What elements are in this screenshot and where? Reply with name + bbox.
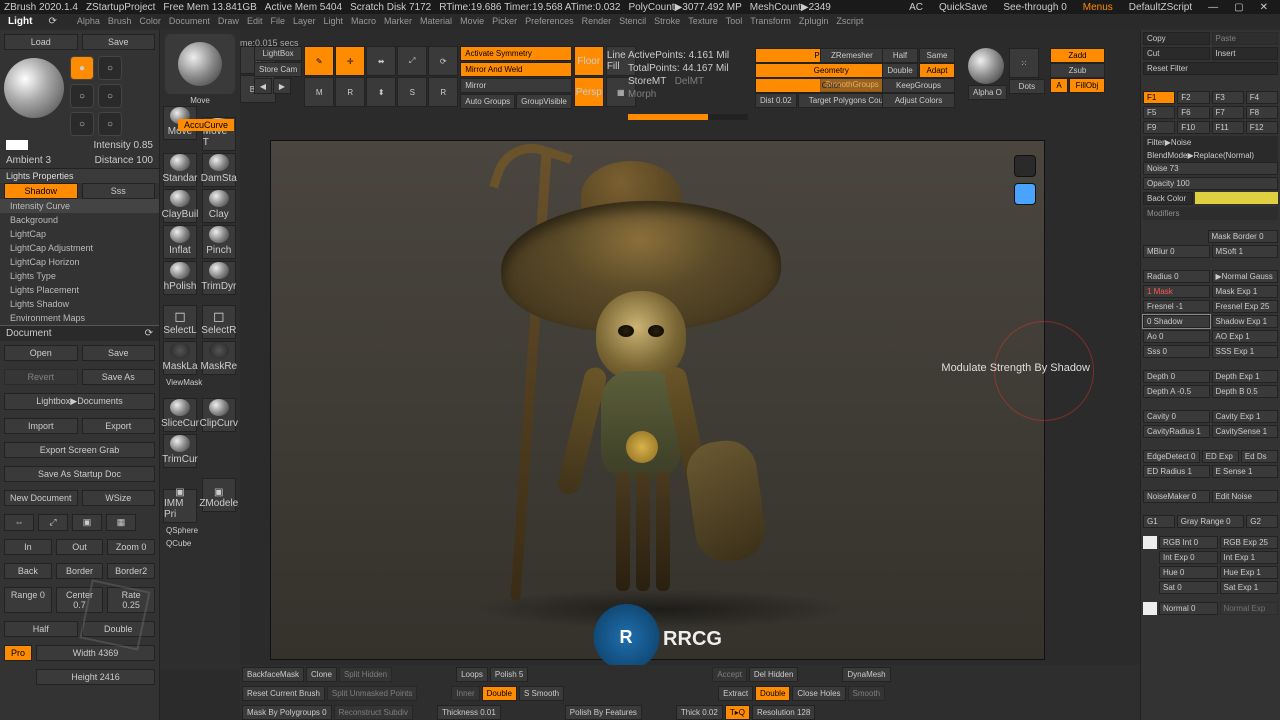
play-back-icon[interactable]: ◀ [254,78,272,94]
shadow-tab[interactable]: Shadow [4,183,78,199]
storecam-button[interactable]: Store Cam [254,62,302,77]
bottom-bar: BackfaceMask Clone Split Hidden Loops Po… [240,665,1140,720]
brush-hpolish[interactable]: hPolish [163,261,197,295]
light-slot-2[interactable]: ○ [98,56,122,80]
watermark-cube [85,585,160,660]
edit-mode-icon[interactable]: ✎ [304,46,334,76]
sss-tab[interactable]: Sss [82,183,156,199]
top-toolbar: ⌂ BPR LightBox Store Cam ◀▶ ✎ ✛ ⬌ ⤢ ⟳ M … [240,46,636,116]
zoom-icon[interactable]: ⤢ [38,514,68,531]
refresh-icon[interactable]: ⟳ [48,16,56,27]
viewport[interactable]: Modulate Strength By Shadow RRRCG 人人素材 [270,140,1045,660]
color-swatch-a[interactable] [1143,536,1157,549]
dots-icon[interactable]: ⁙ [1009,48,1039,78]
viewport-cam-icon[interactable] [1014,183,1036,205]
right-panel: CopyPaste CutInsert Reset Filter F1F2F3F… [1140,30,1280,720]
light-slot-3[interactable]: ○ [70,84,94,108]
viewport-light-icon[interactable] [1014,155,1036,177]
close-icon[interactable]: ✕ [1260,2,1268,13]
back-color-swatch[interactable] [1195,192,1278,204]
light-preview-sphere[interactable] [4,58,64,118]
mirror-weld[interactable]: Mirror And Weld [460,62,572,77]
light-slot-1[interactable]: ● [70,56,94,80]
menus-toggle[interactable]: Menus [1083,2,1113,13]
quicksave-button[interactable]: QuickSave [939,2,987,13]
brush-selectlasso[interactable]: ◻SelectL [163,305,197,339]
brush-masklasso[interactable]: MaskLa [163,341,197,375]
scale2-icon[interactable]: S [397,77,427,107]
brush-trimcurve[interactable]: TrimCur [163,434,197,468]
actual-icon[interactable]: ▣ [72,514,102,531]
brush-pinch[interactable]: Pinch [202,225,236,259]
ahalf-icon[interactable]: ▦ [106,514,136,531]
brush-zmodeler[interactable]: ▣ZModele [202,478,236,512]
brush-selectrect[interactable]: ◻SelectR [202,305,236,339]
brush-standard[interactable]: Standar [163,153,197,187]
app-name: ZBrush 2020.1.4 [4,2,78,13]
menu-bar: Light ⟳ Alpha Brush Color Document Draw … [0,14,1280,28]
load-button[interactable]: Load [4,34,78,50]
poly-stats: ActivePoints: 4.161 Mil TotalPoints: 44.… [628,50,729,102]
pro-toggle[interactable]: Pro [4,645,32,661]
light-slot-6[interactable]: ○ [98,112,122,136]
rgb-icon[interactable]: R [335,77,365,107]
scroll-icon[interactable]: ⇔ [4,514,34,531]
move-icon[interactable]: ⬍ [366,77,396,107]
brush-slicecurve[interactable]: SliceCur [163,398,197,432]
subdiv-slider[interactable] [628,114,748,120]
brush-inflate[interactable]: Inflat [163,225,197,259]
persp-icon[interactable]: Persp [574,77,604,107]
title-bar: ZBrush 2020.1.4 ZStartupProject Free Mem… [0,0,1280,14]
sculpt-character [421,151,841,651]
brush-clipcurve[interactable]: ClipCurv [202,398,236,432]
scale-mode-icon[interactable]: ⤢ [397,46,427,76]
lights-properties-head[interactable]: Lights Properties [0,168,159,183]
tristoquads-icon[interactable]: T▸Q [725,705,750,720]
brush-claybuildup[interactable]: ClayBuil [163,189,197,223]
light-slot-5[interactable]: ○ [70,112,94,136]
light-slot-4[interactable]: ○ [98,84,122,108]
brush-trimdynamic[interactable]: TrimDyr [202,261,236,295]
shadow-slider[interactable]: 0 Shadow [1143,315,1210,328]
minimize-icon[interactable]: — [1208,2,1218,13]
mirror-button[interactable]: Mirror [460,78,572,93]
rotate-mode-icon[interactable]: ⟳ [428,46,458,76]
draw-mode-icon[interactable]: ✛ [335,46,365,76]
brush-clay[interactable]: Clay [202,189,236,223]
save-button[interactable]: Save [82,34,156,50]
refresh-icon[interactable]: ⟳ [145,328,153,339]
move-mode-icon[interactable]: ⬌ [366,46,396,76]
lightbox-button[interactable]: LightBox [254,46,302,61]
left-panel: Load Save ●○ ○○ ○○ Intensity 0.85 Ambien… [0,30,160,720]
floor-icon[interactable]: Floor [574,46,604,76]
accucurve-label[interactable]: AccuCurve [178,119,234,131]
project-name: ZStartupProject [86,2,155,13]
mrgb-icon[interactable]: M [304,77,334,107]
maximize-icon[interactable]: ▢ [1234,2,1243,13]
tooltip: Modulate Strength By Shadow [935,359,1096,377]
brush-immprimitives[interactable]: ▣IMM Pri [163,489,197,523]
rotate2-icon[interactable]: R [428,77,458,107]
brush-maskrect[interactable]: MaskRe [202,341,236,375]
brush-damstandard[interactable]: DamSta [202,153,236,187]
active-palette[interactable]: Light [8,16,32,27]
play-fwd-icon[interactable]: ▶ [273,78,291,94]
color-swatch-b[interactable] [1143,602,1157,615]
activate-symmetry[interactable]: Activate Symmetry [460,46,572,61]
